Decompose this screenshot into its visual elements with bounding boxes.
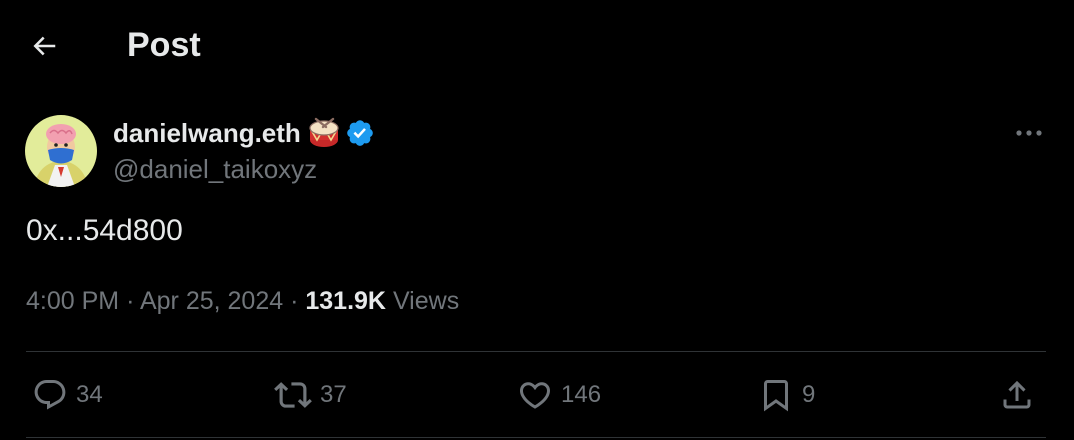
author-handle[interactable]: @daniel_taikoxyz (113, 154, 317, 185)
back-button[interactable] (26, 28, 62, 64)
share-button[interactable] (999, 376, 1035, 414)
views-count: 131.9K (305, 287, 386, 315)
divider (26, 351, 1046, 352)
avatar[interactable] (25, 115, 97, 187)
more-horizontal-icon (1016, 130, 1042, 136)
arrow-left-icon (33, 36, 56, 56)
bookmark-count: 9 (802, 381, 816, 408)
post-time[interactable]: 4:00 PM (26, 287, 119, 315)
reply-count: 34 (76, 381, 103, 408)
post-date[interactable]: Apr 25, 2024 (140, 287, 283, 315)
meta-separator: · (126, 287, 135, 315)
divider (26, 437, 1046, 438)
like-button[interactable]: 146 (517, 376, 601, 414)
share-icon (1003, 380, 1031, 409)
reply-icon (34, 380, 66, 410)
author-name-row: danielwang.eth (113, 114, 375, 152)
post-text: 0x...54d800 (26, 214, 183, 247)
drum-emoji-icon (307, 116, 341, 150)
views-label: Views (392, 287, 460, 315)
top-bar: Post (0, 0, 1074, 92)
repost-count: 37 (320, 381, 347, 408)
bookmark-icon (764, 380, 788, 412)
author-display-name[interactable]: danielwang.eth (113, 118, 301, 149)
repost-button[interactable]: 37 (274, 376, 347, 414)
page-title: Post (127, 26, 201, 64)
verified-badge-icon[interactable] (345, 118, 375, 148)
reply-button[interactable]: 34 (32, 376, 103, 414)
post-meta: 4:00 PM · Apr 25, 2024 · 131.9K Views (26, 287, 459, 316)
repost-icon (274, 382, 312, 408)
meta-separator: · (290, 287, 299, 315)
more-options-button[interactable] (1010, 118, 1048, 148)
heart-icon (519, 382, 551, 409)
bookmark-button[interactable]: 9 (758, 376, 815, 414)
like-count: 146 (561, 381, 602, 408)
